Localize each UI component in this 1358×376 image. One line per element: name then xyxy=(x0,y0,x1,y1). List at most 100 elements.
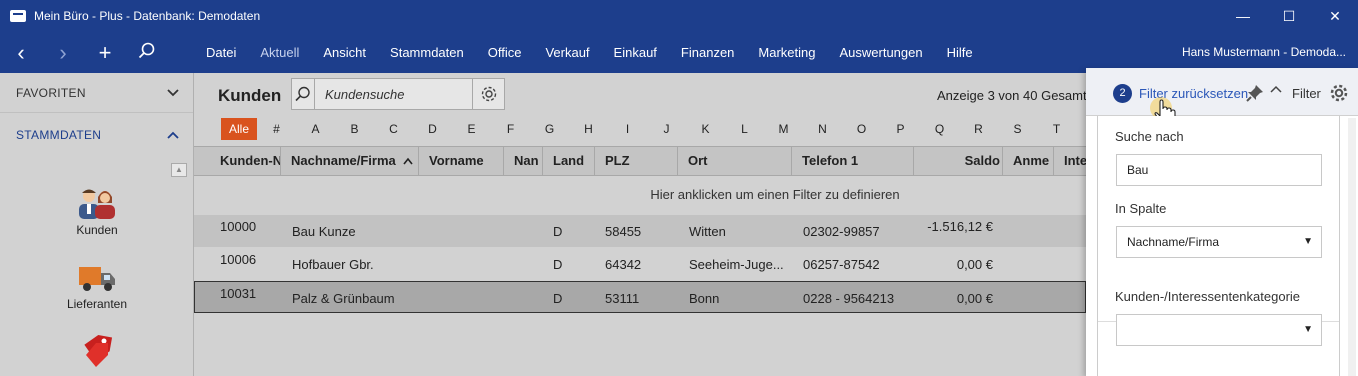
forward-button[interactable]: › xyxy=(42,40,84,66)
menu-hilfe[interactable]: Hilfe xyxy=(935,45,985,60)
gear-icon[interactable] xyxy=(1329,83,1349,103)
cell-telefon: 0228 - 9564213 xyxy=(803,291,895,306)
column-select[interactable]: Nachname/Firma ▼ xyxy=(1116,226,1322,258)
column-header-label: Nachname/Firma xyxy=(291,153,396,168)
letter-filter[interactable]: A xyxy=(296,122,335,136)
letter-filter[interactable]: Q xyxy=(920,122,959,136)
cell-kundennr: 10000 xyxy=(220,219,257,234)
letter-filter[interactable]: R xyxy=(959,122,998,136)
maximize-button[interactable]: ☐ xyxy=(1266,0,1312,32)
letter-filter[interactable]: D xyxy=(413,122,452,136)
column-header-land[interactable]: Land xyxy=(543,147,595,175)
letter-filter[interactable]: N xyxy=(803,122,842,136)
cell-plz: 58455 xyxy=(605,224,642,239)
column-select-value: Nachname/Firma xyxy=(1127,235,1220,249)
letter-filter[interactable]: O xyxy=(842,122,881,136)
column-header-plz[interactable]: PLZ xyxy=(595,147,678,175)
letter-filter[interactable]: B xyxy=(335,122,374,136)
column-header-nachname[interactable]: Nachname/Firma xyxy=(281,147,419,175)
close-button[interactable]: ✕ xyxy=(1312,0,1358,32)
search-settings-button[interactable] xyxy=(472,78,505,110)
letter-filter[interactable]: F xyxy=(491,122,530,136)
letter-filter[interactable]: K xyxy=(686,122,725,136)
menu-stammdaten[interactable]: Stammdaten xyxy=(378,45,476,60)
sidebar: FAVORITEN STAMMDATEN ▲ Kunden Lieferante… xyxy=(0,73,194,376)
sidebar-scroll-up[interactable]: ▲ xyxy=(171,163,187,177)
menu-finanzen[interactable]: Finanzen xyxy=(669,45,746,60)
filter-panel-scrollbar[interactable] xyxy=(1348,118,1356,376)
category-select[interactable]: ▼ xyxy=(1116,314,1322,346)
letter-filter[interactable]: # xyxy=(257,122,296,136)
column-header-vorname[interactable]: Vorname xyxy=(419,147,504,175)
back-button[interactable]: ‹ xyxy=(0,40,42,66)
result-count: Anzeige 3 von 40 Gesamt xyxy=(937,88,1087,103)
letter-filter[interactable]: M xyxy=(764,122,803,136)
menu-datei[interactable]: Datei xyxy=(194,45,248,60)
search-button[interactable] xyxy=(292,79,315,109)
table-row[interactable]: 10006 Hofbauer Gbr. D 64342 Seeheim-Juge… xyxy=(194,248,1086,280)
minimize-button[interactable]: — xyxy=(1220,0,1266,32)
letter-filter[interactable]: C xyxy=(374,122,413,136)
column-header-anmerkung[interactable]: Anme xyxy=(1003,147,1054,175)
sidebar-item-lieferanten[interactable]: Lieferanten xyxy=(50,263,144,311)
column-header-kundennr[interactable]: Kunden-N xyxy=(210,147,281,175)
letter-filter[interactable]: H xyxy=(569,122,608,136)
app-icon xyxy=(10,10,26,22)
menu-marketing[interactable]: Marketing xyxy=(746,45,827,60)
filter-definition-row[interactable]: Hier anklicken um einen Filter zu defini… xyxy=(194,178,1086,212)
menu-office[interactable]: Office xyxy=(476,45,534,60)
menu-verkauf[interactable]: Verkauf xyxy=(533,45,601,60)
window-title: Mein Büro - Plus - Datenbank: Demodaten xyxy=(34,9,261,23)
letter-filter[interactable]: J xyxy=(647,122,686,136)
sidebar-item-label: Lieferanten xyxy=(66,297,128,311)
column-header-saldo[interactable]: Saldo xyxy=(914,147,1003,175)
chevron-up-icon xyxy=(167,131,179,139)
letter-filter[interactable]: T xyxy=(1037,122,1076,136)
menu-bar: ‹ › + Datei Aktuell Ansicht Stammdaten O… xyxy=(0,32,1358,73)
sidebar-section-label: FAVORITEN xyxy=(16,85,86,100)
collapse-chevron-icon[interactable] xyxy=(1270,84,1282,94)
menu-auswertungen[interactable]: Auswertungen xyxy=(827,45,934,60)
letter-filter[interactable]: P xyxy=(881,122,920,136)
search-for-label: Suche nach xyxy=(1115,129,1184,144)
column-label: In Spalte xyxy=(1115,201,1167,216)
cell-telefon: 02302-99857 xyxy=(803,224,880,239)
cell-plz: 53111 xyxy=(605,291,640,306)
search-button[interactable] xyxy=(126,40,168,66)
letter-filter[interactable]: G xyxy=(530,122,569,136)
sidebar-item-artikel[interactable] xyxy=(50,333,144,375)
sidebar-section-label: STAMMDATEN xyxy=(16,128,102,142)
customers-icon xyxy=(79,189,115,219)
tag-icon xyxy=(84,335,113,367)
cell-plz: 64342 xyxy=(605,257,642,272)
column-header-ort[interactable]: Ort xyxy=(678,147,792,175)
menu-einkauf[interactable]: Einkauf xyxy=(602,45,669,60)
letter-filter[interactable]: I xyxy=(608,122,647,136)
table-row-selected[interactable]: 10031 Palz & Grünbaum D 53111 Bonn 0228 … xyxy=(194,281,1086,313)
pin-icon[interactable] xyxy=(1245,83,1265,103)
menu-aktuell[interactable]: Aktuell xyxy=(248,45,311,60)
sidebar-item-label: Kunden xyxy=(76,223,118,237)
column-header-namenszusatz[interactable]: Nan xyxy=(504,147,543,175)
user-name[interactable]: Hans Mustermann - Demoda... xyxy=(1182,45,1346,59)
cell-telefon: 06257-87542 xyxy=(803,257,880,272)
search-for-input[interactable]: Bau xyxy=(1116,154,1322,186)
letter-filter[interactable]: L xyxy=(725,122,764,136)
cell-nachname: Bau Kunze xyxy=(292,224,356,239)
cell-kundennr: 10006 xyxy=(220,252,257,267)
nav-buttons: ‹ › + xyxy=(0,32,194,73)
cell-saldo: -1.516,12 € xyxy=(927,219,993,234)
category-label: Kunden-/Interessentenkategorie xyxy=(1115,289,1301,304)
add-button[interactable]: + xyxy=(84,40,126,66)
sidebar-section-favoriten[interactable]: FAVORITEN xyxy=(0,73,193,113)
search-icon xyxy=(295,86,310,102)
letter-filter[interactable]: E xyxy=(452,122,491,136)
sidebar-item-kunden[interactable]: Kunden xyxy=(50,187,144,237)
menu-ansicht[interactable]: Ansicht xyxy=(311,45,378,60)
letter-filter[interactable]: S xyxy=(998,122,1037,136)
filter-panel-body: Suche nach Bau In Spalte Nachname/Firma … xyxy=(1097,116,1340,376)
sidebar-section-stammdaten[interactable]: STAMMDATEN xyxy=(0,115,193,155)
column-header-telefon[interactable]: Telefon 1 xyxy=(792,147,914,175)
table-row[interactable]: 10000 Bau Kunze D 58455 Witten 02302-998… xyxy=(194,215,1086,247)
letter-filter-all[interactable]: Alle xyxy=(221,118,258,140)
